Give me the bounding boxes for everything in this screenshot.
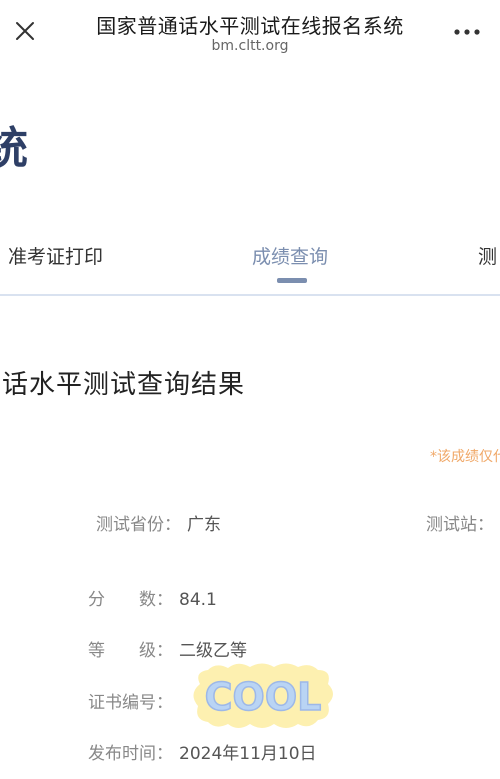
province-row: 测试省份： 广东 [96, 510, 221, 535]
cert-row: 证书编号： [88, 688, 173, 713]
cert-label: 证书编号： [88, 693, 173, 713]
score-note: *该成绩仅代 [430, 449, 500, 465]
cool-sticker: COOL [193, 663, 333, 728]
top-bar: 国家普通话水平测试在线报名系统 bm.cltt.org [0, 0, 500, 70]
more-horizontal-icon [454, 29, 480, 35]
date-value: 2024年11月10日 [179, 744, 317, 764]
grade-value: 二级乙等 [179, 641, 247, 661]
cert-value: COOL [205, 675, 322, 719]
province-label: 测试省份： [96, 515, 181, 535]
date-row: 发布时间： 2024年11月10日 [88, 739, 317, 764]
tab-bar: 准考证打印 成绩查询 测 [0, 232, 500, 294]
page-url: bm.cltt.org [211, 38, 289, 54]
tab-admission-ticket[interactable]: 准考证打印 [8, 242, 103, 269]
page-title: 国家普通话水平测试在线报名系统 [96, 14, 404, 38]
tab-score-query[interactable]: 成绩查询 [252, 242, 328, 269]
tab-test[interactable]: 测 [478, 242, 497, 269]
station-label: 测试站： [426, 515, 494, 535]
score-value: 84.1 [179, 590, 217, 610]
date-label: 发布时间： [88, 744, 173, 764]
score-label: 分 数： [88, 590, 173, 610]
grade-label: 等 级： [88, 641, 173, 661]
site-logo-fragment: 统 [0, 123, 28, 174]
active-tab-indicator [277, 278, 307, 283]
score-row: 分 数： 84.1 [88, 585, 217, 610]
tabs-divider [0, 294, 500, 296]
more-button[interactable] [452, 22, 482, 42]
province-value: 广东 [187, 515, 221, 535]
section-title: 话水平测试查询结果 [2, 370, 246, 400]
grade-row: 等 级： 二级乙等 [88, 636, 247, 661]
station-row: 测试站：广 [426, 510, 500, 535]
